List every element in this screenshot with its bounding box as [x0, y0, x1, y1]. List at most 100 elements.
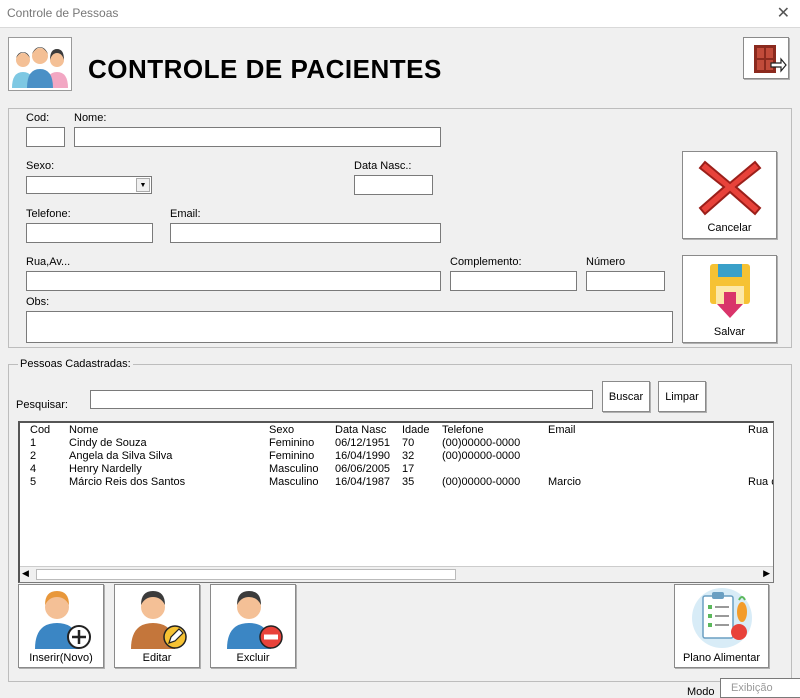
people-legend: Pessoas Cadastradas: — [18, 358, 133, 370]
mode-value: Exibição — [731, 682, 773, 694]
search-input[interactable] — [90, 390, 593, 409]
cell: Márcio Reis dos Santos — [69, 476, 186, 488]
cell: (00)00000-0000 — [442, 437, 521, 449]
cell: Masculino — [269, 463, 319, 475]
cancel-label: Cancelar — [707, 222, 752, 234]
table-row[interactable]: 2 Angela da Silva Silva Feminino 16/04/1… — [20, 450, 773, 463]
cancel-x-icon — [698, 160, 762, 216]
delete-button[interactable]: Excluir — [210, 584, 296, 668]
cell: 2 — [30, 450, 37, 462]
col-data-nasc: Data Nasc — [335, 424, 387, 436]
nome-label: Nome: — [74, 112, 107, 124]
people-list[interactable]: Cod Nome Sexo Data Nasc Idade Telefone E… — [18, 421, 774, 583]
save-button[interactable]: Salvar — [682, 255, 777, 343]
cell: Angela da Silva Silva — [69, 450, 173, 462]
exit-door-icon — [754, 45, 787, 73]
table-row[interactable]: 1 Cindy de Souza Feminino 06/12/1951 70 … — [20, 437, 773, 450]
window-title: Controle de Pessoas — [7, 6, 119, 20]
cell: 17 — [402, 463, 415, 475]
user-add-icon — [35, 591, 91, 649]
cell: 70 — [402, 437, 415, 449]
cell: 06/06/2005 — [335, 463, 391, 475]
sexo-select[interactable]: ▼ — [26, 176, 152, 194]
scroll-right-icon[interactable]: ▶ — [763, 568, 770, 579]
cell: 35 — [402, 476, 415, 488]
cell: Henry Nardelly — [69, 463, 142, 475]
sexo-label: Sexo: — [26, 160, 55, 172]
table-row[interactable]: 4 Henry Nardelly Masculino 06/06/2005 17 — [20, 463, 773, 476]
save-label: Salvar — [713, 326, 746, 338]
cell: 1 — [30, 437, 37, 449]
cell: Cindy de Souza — [69, 437, 147, 449]
edit-button[interactable]: Editar — [114, 584, 200, 668]
nome-input[interactable] — [74, 127, 441, 147]
diet-plan-button[interactable]: Plano Alimentar — [674, 584, 769, 668]
obs-label: Obs: — [26, 296, 50, 308]
cancel-button[interactable]: Cancelar — [682, 151, 777, 239]
data-nasc-label: Data Nasc.: — [354, 160, 412, 172]
mode-value-box: Exibição — [720, 678, 800, 698]
horizontal-scrollbar[interactable]: ◀ ▶ — [20, 566, 773, 582]
clear-button-label: Limpar — [665, 391, 699, 403]
clear-button[interactable]: Limpar — [658, 381, 706, 412]
cod-label: Cod: — [26, 112, 50, 124]
cell: Rua c — [748, 476, 774, 488]
numero-input[interactable] — [586, 271, 665, 291]
email-label: Email: — [170, 208, 201, 220]
page-title: CONTROLE DE PACIENTES — [88, 54, 442, 84]
cell: 16/04/1990 — [335, 450, 391, 462]
numero-label: Número — [586, 256, 626, 268]
search-button-label: Buscar — [608, 391, 644, 403]
col-nome: Nome — [69, 424, 99, 436]
window-titlebar: Controle de Pessoas ✕ — [0, 0, 800, 28]
close-icon[interactable]: ✕ — [777, 3, 790, 23]
header-logo — [8, 37, 72, 91]
rua-input[interactable] — [26, 271, 441, 291]
cell: (00)00000-0000 — [442, 450, 521, 462]
diet-plan-icon — [692, 588, 752, 648]
cell: 32 — [402, 450, 415, 462]
data-nasc-input[interactable] — [354, 175, 433, 195]
cell: 5 — [30, 476, 37, 488]
chevron-down-icon[interactable]: ▼ — [136, 178, 150, 192]
table-row[interactable]: 5 Márcio Reis dos Santos Masculino 16/04… — [20, 476, 773, 489]
col-sexo: Sexo — [269, 424, 295, 436]
cell: Feminino — [269, 450, 315, 462]
email-input[interactable] — [170, 223, 441, 243]
insert-button[interactable]: Inserir(Novo) — [18, 584, 104, 668]
cell: 4 — [30, 463, 37, 475]
cell: Feminino — [269, 437, 315, 449]
cell: 06/12/1951 — [335, 437, 391, 449]
cell: Marcio — [548, 476, 582, 488]
telefone-label: Telefone: — [26, 208, 71, 220]
search-button[interactable]: Buscar — [602, 381, 650, 412]
scroll-left-icon[interactable]: ◀ — [22, 568, 29, 579]
user-remove-icon — [227, 591, 283, 649]
cell: 16/04/1987 — [335, 476, 391, 488]
insert-label: Inserir(Novo) — [29, 652, 93, 664]
cell: Masculino — [269, 476, 319, 488]
save-disk-icon — [710, 264, 750, 318]
col-idade: Idade — [402, 424, 430, 436]
diet-plan-label: Plano Alimentar — [682, 652, 761, 664]
complemento-input[interactable] — [450, 271, 577, 291]
col-email: Email — [548, 424, 576, 436]
obs-textarea[interactable] — [26, 311, 673, 343]
complemento-label: Complemento: — [450, 256, 522, 268]
mode-label: Modo — [687, 686, 715, 698]
col-cod: Cod — [30, 424, 51, 436]
exit-button[interactable] — [743, 37, 789, 79]
col-telefone: Telefone — [442, 424, 484, 436]
rua-label: Rua,Av... — [26, 256, 71, 268]
user-edit-icon — [131, 591, 187, 649]
search-label: Pesquisar: — [16, 399, 68, 411]
edit-label: Editar — [142, 652, 172, 664]
cod-input[interactable] — [26, 127, 65, 147]
telefone-input[interactable] — [26, 223, 153, 243]
cell: (00)00000-0000 — [442, 476, 521, 488]
people-group-icon — [12, 47, 68, 88]
list-header: Cod Nome Sexo Data Nasc Idade Telefone E… — [20, 424, 773, 437]
delete-label: Excluir — [236, 652, 270, 664]
col-rua: Rua — [748, 424, 769, 436]
scroll-thumb[interactable] — [36, 569, 456, 580]
